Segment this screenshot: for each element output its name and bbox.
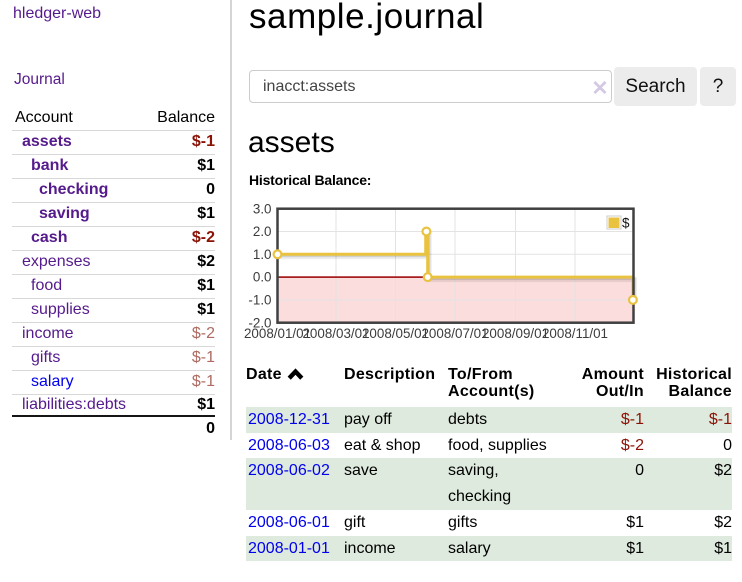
svg-text:2.0: 2.0 — [253, 224, 272, 239]
svg-text:2008/07/01: 2008/07/01 — [421, 326, 488, 341]
svg-text:0.0: 0.0 — [253, 270, 272, 285]
svg-text:2008/05/01: 2008/05/01 — [362, 326, 429, 341]
svg-text:2008/09/01: 2008/09/01 — [482, 326, 549, 341]
svg-text:3.0: 3.0 — [253, 201, 272, 216]
svg-text:-1.0: -1.0 — [248, 293, 271, 308]
svg-text:2008/03/01: 2008/03/01 — [302, 326, 369, 341]
svg-text:2008/11/01: 2008/11/01 — [542, 326, 608, 341]
svg-text:1.0: 1.0 — [253, 247, 272, 262]
svg-text:$: $ — [622, 216, 630, 231]
svg-text:2008/01/01: 2008/01/01 — [244, 326, 311, 341]
